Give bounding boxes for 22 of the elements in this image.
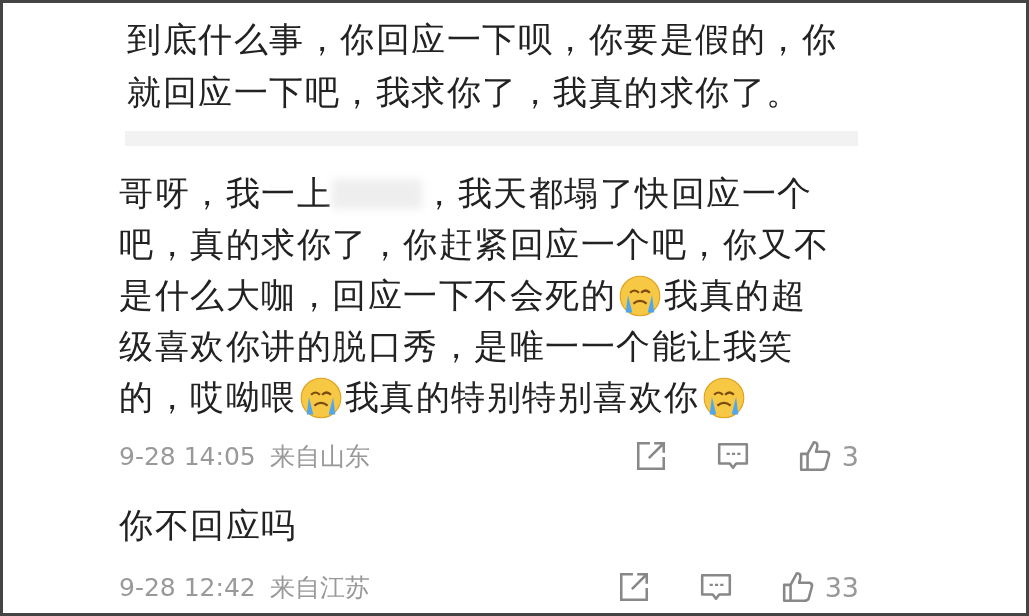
like-count: 3	[841, 440, 859, 472]
comment-text: 你不回应吗	[119, 504, 297, 547]
crying-emoji-icon	[618, 273, 662, 318]
comment-location: 来自山东	[269, 440, 370, 473]
thumbs-up-icon[interactable]	[797, 439, 832, 473]
like-count: 33	[824, 571, 859, 603]
comment-text: 是什么大咖，回应一下不会死的	[119, 274, 616, 317]
comment-text: 吧，真的求你了，你赶紧回应一个吧，你又不	[119, 223, 829, 266]
comment-text: 到底什么事，你回应一下呗，你要是假的，你	[127, 18, 837, 61]
thumbs-up-icon[interactable]	[780, 570, 815, 604]
crying-emoji-icon	[298, 375, 343, 420]
comment-text: 的，哎呦喂	[119, 376, 297, 419]
crying-emoji-icon	[701, 375, 746, 420]
comment-time: 9-28 12:42	[119, 572, 256, 602]
comment-text: 我真的特别特别喜欢你	[344, 376, 700, 419]
comment-text: 我真的超	[664, 274, 806, 317]
comment-text: 级喜欢你讲的脱口秀，是唯一一个能让我笑	[119, 325, 794, 368]
comment-text: ，我天都塌了快回应一个	[422, 172, 813, 215]
comment-time: 9-28 14:05	[119, 441, 256, 471]
comment-location: 来自江苏	[269, 571, 370, 604]
comment-text: 哥呀，我一上	[119, 172, 332, 215]
comment-text: 就回应一下吧，我求你了，我真的求你了。	[127, 71, 802, 114]
